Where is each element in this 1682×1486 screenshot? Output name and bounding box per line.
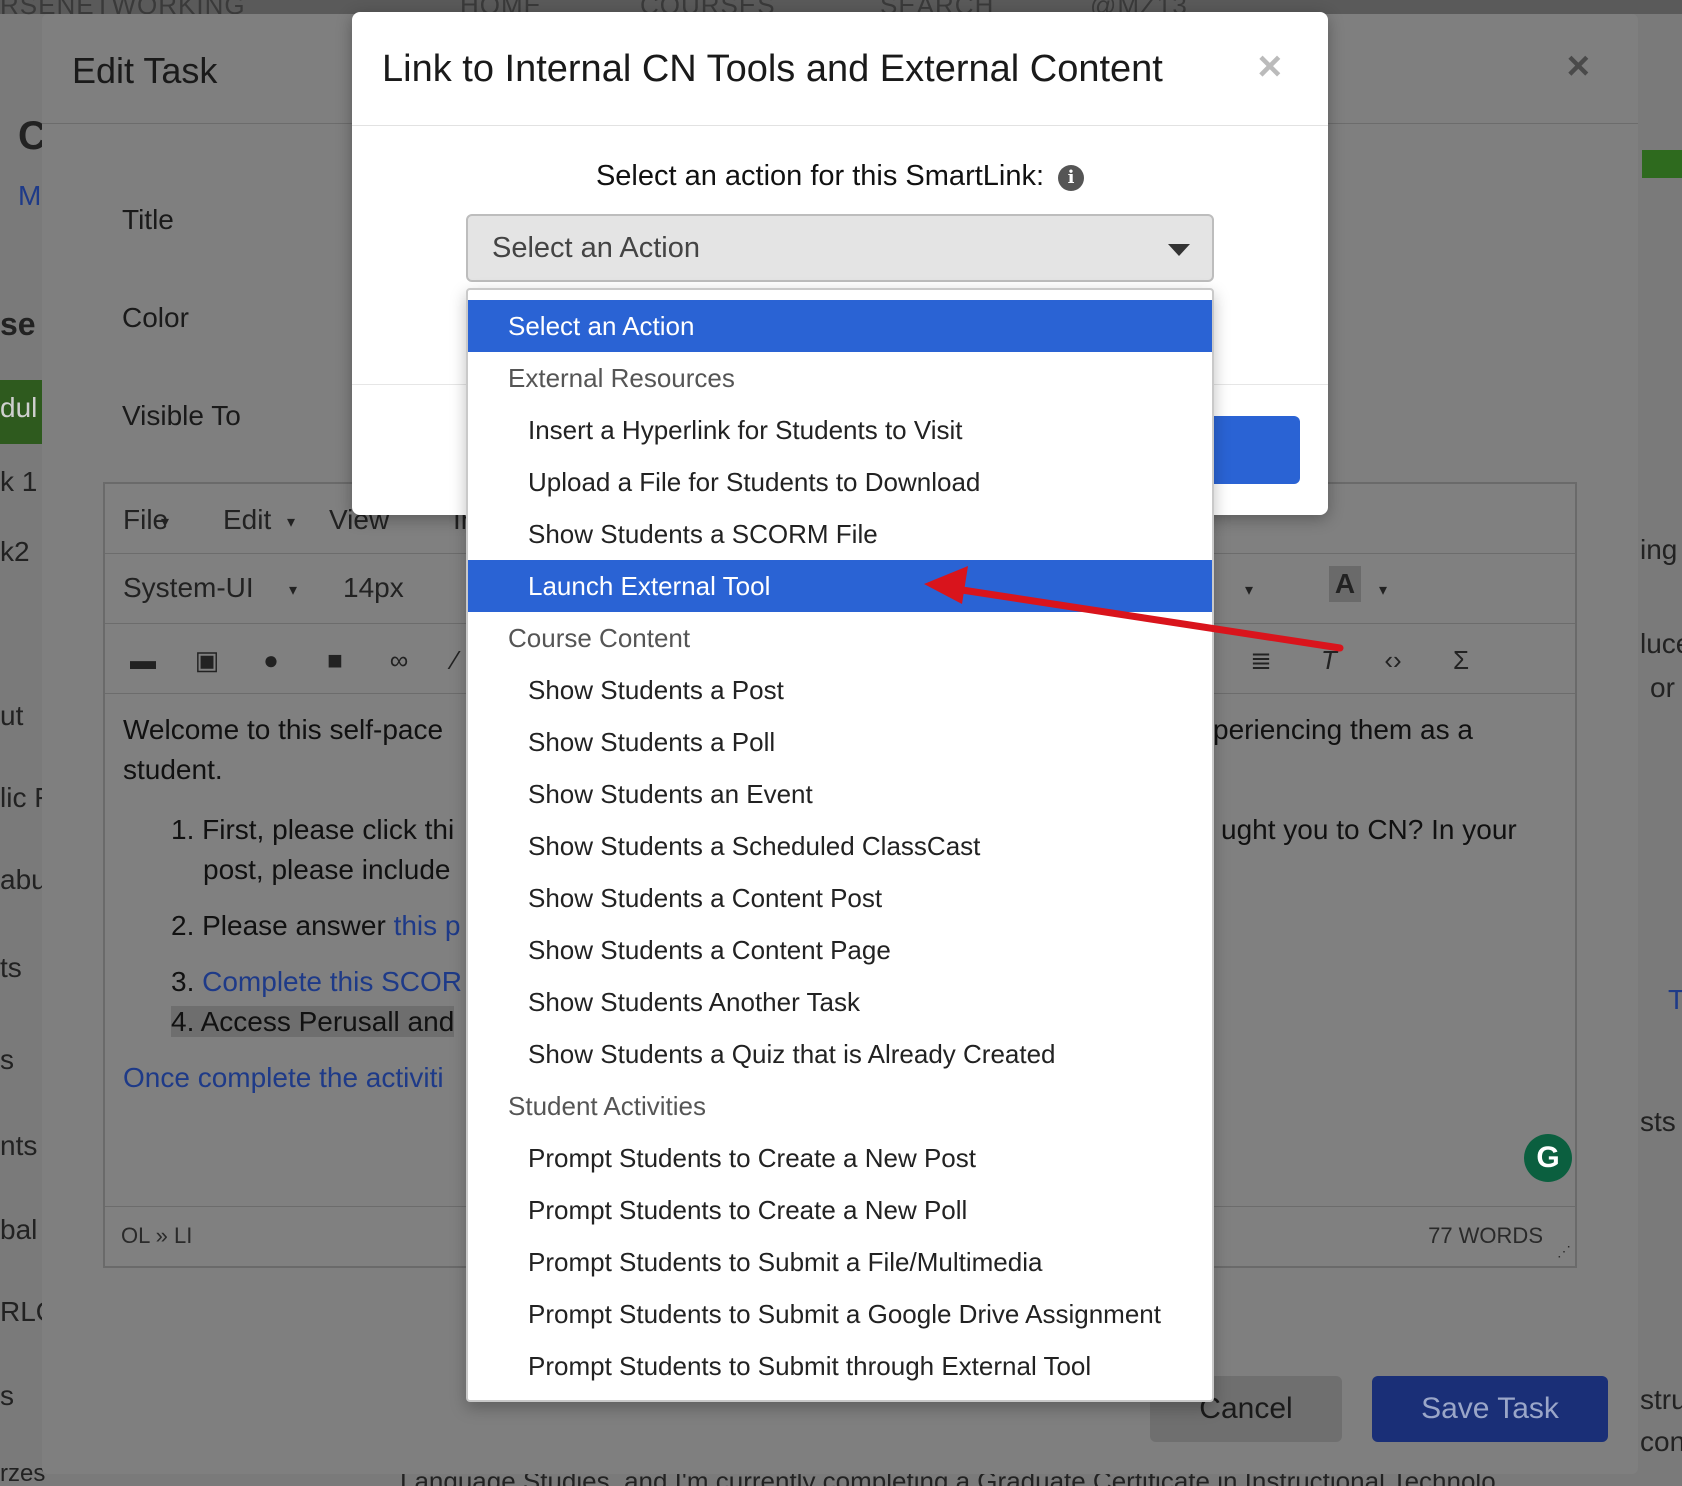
list-item: 1. First, please click thi [171,814,455,845]
poll-link[interactable]: this p [394,910,461,941]
sigma-icon[interactable]: Σ [1445,646,1477,674]
title-label: Title [122,204,174,235]
option-prompt-google-drive[interactable]: Prompt Students to Submit a Google Drive… [468,1288,1212,1340]
page-fragment: or [1650,672,1675,703]
option-show-post[interactable]: Show Students a Post [468,664,1212,716]
list-item-text: 3. [171,966,203,997]
sidebar-fragment[interactable]: s [0,1380,14,1412]
optgroup-external-resources: External Resources [508,363,735,393]
sidebar-fragment[interactable]: k2 [0,536,30,568]
chevron-down-icon: ▾ [161,514,170,531]
page-fragment: stru [1640,1384,1682,1415]
source-code-icon[interactable]: ‹› [1377,646,1409,674]
option-launch-external-tool[interactable]: Launch External Tool [468,560,1212,612]
text-color-icon[interactable]: A [1329,566,1361,602]
video-camera-icon[interactable]: ■ [319,646,351,674]
sidebar-fragment[interactable]: bal [0,1214,37,1246]
smartlink-modal-header: Link to Internal CN Tools and External C… [352,12,1328,126]
list-item-text: 2. Please answer [171,910,394,941]
page-fragment: luce [1640,628,1682,659]
menu-edit[interactable]: Edit [223,504,271,536]
sidebar-fragment: M [18,180,42,211]
page-fragment: ing [1640,534,1678,565]
sidebar-fragment[interactable]: k 1 [0,466,37,498]
option-prompt-external-tool[interactable]: Prompt Students to Submit through Extern… [468,1340,1212,1392]
word-count: 77 WORDS [1428,1223,1543,1248]
close-icon[interactable]: × [1257,45,1282,87]
close-icon[interactable]: × [1567,44,1590,89]
option-prompt-submit-file[interactable]: Prompt Students to Submit a File/Multime… [468,1236,1212,1288]
caret-down-icon [1168,244,1190,256]
option-upload-file[interactable]: Upload a File for Students to Download [468,456,1212,508]
option-show-content-page[interactable]: Show Students a Content Page [468,924,1212,976]
chevron-down-icon: ▾ [287,514,296,531]
option-show-event[interactable]: Show Students an Event [468,768,1212,820]
indent-icon[interactable]: ≣ [1245,646,1277,674]
image-icon[interactable]: ▣ [191,646,223,674]
action-prompt-label: Select an action for this SmartLink: [595,160,1045,192]
action-prompt: Select an action for this SmartLink: i [352,160,1328,193]
option-select-an-action[interactable]: Select an Action [468,300,1212,352]
option-prompt-new-post[interactable]: Prompt Students to Create a New Post [468,1132,1212,1184]
progress-indicator [1642,150,1682,178]
chevron-down-icon: ▾ [1379,582,1388,599]
folder-icon[interactable]: ▬ [127,646,159,674]
chevron-down-icon: ▾ [289,582,298,599]
resize-handle-icon[interactable]: ⋰ [1557,1243,1571,1260]
info-icon[interactable]: i [1058,165,1085,191]
sidebar-fragment[interactable]: abu [0,864,47,896]
list-item: ught you to CN? In your [1221,814,1517,845]
sidebar-fragment: se [0,306,36,342]
action-dropdown-list: Select an Action External Resources Inse… [466,288,1214,1402]
link-icon[interactable]: ∞ [383,646,415,674]
visible-to-label: Visible To [122,400,241,431]
option-show-content-post[interactable]: Show Students a Content Post [468,872,1212,924]
sidebar-fragment[interactable]: nts [0,1130,37,1162]
option-show-quiz[interactable]: Show Students a Quiz that is Already Cre… [468,1028,1212,1080]
microphone-icon[interactable]: ● [255,646,287,674]
option-scorm-file[interactable]: Show Students a SCORM File [468,508,1212,560]
action-select[interactable]: Select an Action [466,214,1214,282]
grammarly-icon[interactable]: G [1524,1134,1572,1182]
scorm-link[interactable]: Complete this SCOR [202,966,462,997]
option-show-poll[interactable]: Show Students a Poll [468,716,1212,768]
paragraph-text: Welcome to this self-pace [123,714,444,745]
option-insert-hyperlink[interactable]: Insert a Hyperlink for Students to Visit [468,404,1212,456]
font-family-select[interactable]: System-UI [123,572,254,604]
font-size-select[interactable]: 14px [343,572,404,604]
save-task-button[interactable]: Save Task [1372,1376,1608,1442]
paragraph-text: periencing them as a [1213,714,1473,745]
element-path: OL » LI [121,1223,193,1248]
optgroup-student-activities: Student Activities [508,1091,706,1121]
option-prompt-new-poll[interactable]: Prompt Students to Create a New Poll [468,1184,1212,1236]
page-fragment: sts [1640,1106,1676,1137]
option-show-task[interactable]: Show Students Another Task [468,976,1212,1028]
option-show-classcast[interactable]: Show Students a Scheduled ClassCast [468,820,1212,872]
edit-task-title: Edit Task [72,50,218,91]
action-select-value: Select an Action [492,232,700,264]
list-item-text: 4. Access Perusall and [171,1006,455,1037]
sidebar-fragment[interactable]: ut [0,700,23,732]
sidebar-fragment: rzes [0,1460,46,1486]
chevron-down-icon: ▾ [1245,582,1254,599]
optgroup-course-content: Course Content [508,623,691,653]
page-fragment: con [1640,1426,1682,1457]
sidebar-fragment[interactable]: ts [0,952,22,984]
page-fragment: T [1668,984,1682,1015]
smartlink-modal-title: Link to Internal CN Tools and External C… [382,48,1163,90]
color-label: Color [122,302,189,333]
sidebar-fragment[interactable]: dul [0,392,37,424]
clear-formatting-icon[interactable]: T [1313,646,1345,674]
sidebar-fragment[interactable]: s [0,1044,14,1076]
